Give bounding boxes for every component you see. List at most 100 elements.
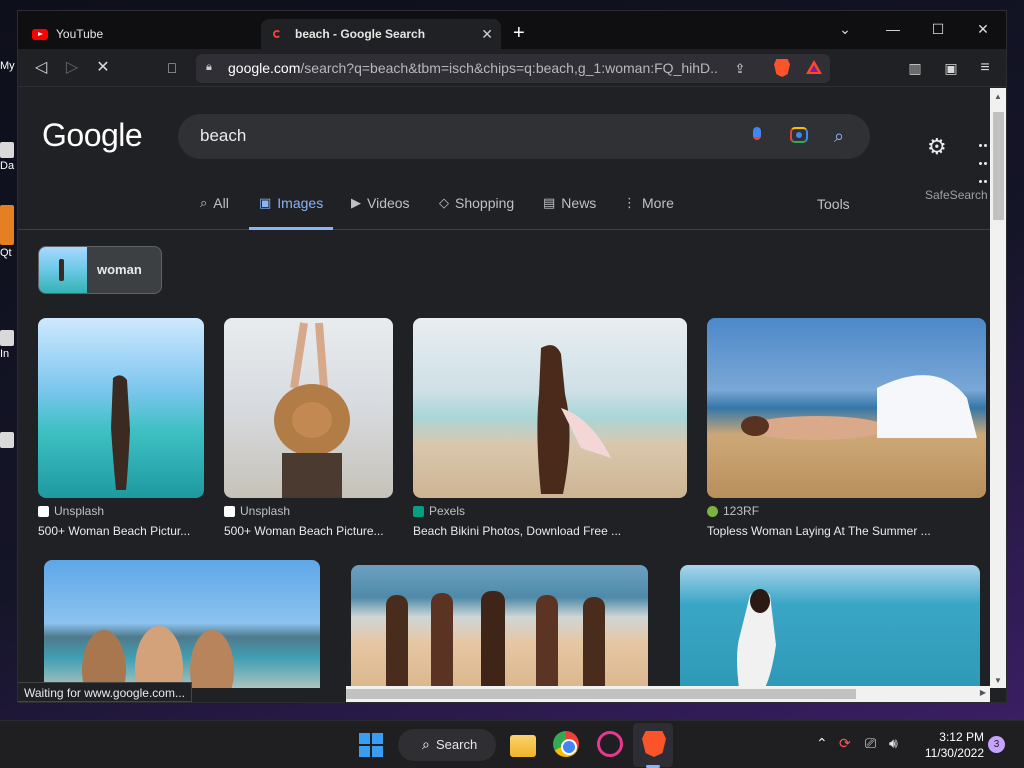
windows-start-icon[interactable] xyxy=(359,733,383,757)
tab-title: beach - Google Search xyxy=(295,27,426,41)
url-text[interactable]: google.com/search?q=beach&tbm=isch&chips… xyxy=(228,60,718,76)
network-icon[interactable]: ⎚ xyxy=(865,735,876,752)
image-result[interactable]: Unsplash 500+ Woman Beach Picture... xyxy=(224,318,396,540)
tab-videos[interactable]: ▶ Videos xyxy=(351,195,410,230)
result-image[interactable] xyxy=(351,565,648,688)
desktop-file-icon xyxy=(0,330,14,346)
bookmark-icon[interactable]: ⎕ xyxy=(161,57,183,79)
horizontal-scrollbar[interactable]: ▶ xyxy=(346,686,990,702)
menu-icon[interactable]: ≡ xyxy=(974,57,996,79)
desktop-icon[interactable]: Qt xyxy=(0,205,18,259)
close-window-button[interactable]: ✕ xyxy=(968,17,998,41)
brave-rewards-icon[interactable] xyxy=(806,60,822,74)
address-bar[interactable]: 🔒︎ google.com/search?q=beach&tbm=isch&ch… xyxy=(196,54,830,83)
new-tab-button[interactable]: + xyxy=(513,23,525,43)
search-icon: ⌕ xyxy=(200,195,208,210)
desktop-icon-label: In xyxy=(0,348,10,360)
vertical-scrollbar[interactable]: ▲ ▼ xyxy=(990,88,1006,688)
search-icon[interactable]: ⌕ xyxy=(828,125,850,147)
scroll-thumb[interactable] xyxy=(993,112,1004,220)
browser-window: YouTube beach - Google Search ✕ + ⌄ — ☐ … xyxy=(17,10,1007,703)
image-result[interactable] xyxy=(680,565,980,688)
scroll-right-icon[interactable]: ▶ xyxy=(980,688,986,697)
result-image[interactable] xyxy=(38,318,204,498)
search-query[interactable]: beach xyxy=(200,126,246,146)
wallet-icon[interactable]: ▣ xyxy=(940,57,962,79)
scroll-thumb[interactable] xyxy=(346,689,856,699)
system-clock[interactable]: 3:12 PM 11/30/2022 xyxy=(918,729,984,761)
tab-shopping[interactable]: ◇ Shopping xyxy=(439,195,514,230)
brave-shields-icon[interactable] xyxy=(774,59,790,77)
desktop-icon[interactable]: My xyxy=(0,60,18,72)
desktop-file-icon xyxy=(0,432,14,448)
search-input[interactable]: beach ⌕ xyxy=(178,114,870,159)
result-image[interactable] xyxy=(224,318,393,498)
google-logo[interactable]: Google xyxy=(42,117,143,154)
result-image[interactable] xyxy=(44,560,320,688)
result-title[interactable]: 500+ Woman Beach Pictur... xyxy=(38,524,190,538)
notification-badge[interactable]: 3 xyxy=(988,736,1005,753)
voice-search-icon[interactable] xyxy=(746,125,768,147)
file-explorer-icon[interactable] xyxy=(510,735,536,757)
123rf-icon xyxy=(707,505,718,517)
tab-images[interactable]: ▣ Images xyxy=(249,195,334,230)
desktop-icon[interactable]: In xyxy=(0,330,18,360)
stop-loading-button[interactable]: ✕ xyxy=(92,57,114,79)
image-result[interactable]: Unsplash 500+ Woman Beach Pictur... xyxy=(38,318,206,540)
result-source[interactable]: Unsplash xyxy=(224,504,290,518)
taskbar-search[interactable]: ⌕ Search xyxy=(398,729,496,761)
show-hidden-icons-chevron-icon[interactable]: ⌃ xyxy=(816,735,828,752)
apps-grid-icon[interactable] xyxy=(978,135,990,189)
tools-button[interactable]: Tools xyxy=(817,196,850,212)
close-tab-icon[interactable]: ✕ xyxy=(481,26,493,43)
youtube-icon xyxy=(32,28,48,40)
sync-alert-icon[interactable]: ⟳ xyxy=(839,735,851,752)
unsplash-icon xyxy=(38,505,49,517)
tab-label: More xyxy=(642,195,674,211)
tab-youtube[interactable]: YouTube xyxy=(28,19,258,49)
result-image[interactable] xyxy=(707,318,986,498)
image-result[interactable]: Pexels Beach Bikini Photos, Download Fre… xyxy=(413,318,689,540)
tab-more[interactable]: ⋮ More xyxy=(623,195,674,230)
filter-chip-woman[interactable]: woman xyxy=(38,246,162,294)
desktop-icon[interactable]: Da xyxy=(0,142,18,172)
tab-news[interactable]: ▤ News xyxy=(543,195,596,230)
forward-button[interactable]: ▷ xyxy=(61,57,83,79)
back-button[interactable]: ◁ xyxy=(30,57,52,79)
search-tabs: ⌕ All ▣ Images ▶ Videos ◇ Shopping ▤ News ⋮ Mo… xyxy=(18,184,990,230)
safesearch-button[interactable]: SafeSearch xyxy=(925,188,988,202)
unsplash-icon xyxy=(224,505,235,517)
result-source[interactable]: Pexels xyxy=(413,504,465,518)
chrome-icon[interactable] xyxy=(553,731,579,757)
app-ring-icon[interactable] xyxy=(597,731,623,757)
result-source[interactable]: Unsplash xyxy=(38,504,104,518)
minimize-button[interactable]: — xyxy=(878,17,908,41)
scroll-down-icon[interactable]: ▼ xyxy=(994,676,1002,685)
result-title[interactable]: 500+ Woman Beach Picture... xyxy=(224,524,384,538)
tab-google-search[interactable]: beach - Google Search ✕ xyxy=(261,19,501,49)
image-result[interactable] xyxy=(351,565,648,688)
tab-all[interactable]: ⌕ All xyxy=(200,195,229,230)
taskbar-search-label: Search xyxy=(436,737,478,752)
result-title[interactable]: Topless Woman Laying At The Summer ... xyxy=(707,524,931,538)
share-icon[interactable]: ⇪ xyxy=(730,59,750,79)
result-image[interactable] xyxy=(680,565,980,688)
desktop-icon-label: Qt xyxy=(0,247,12,259)
result-image[interactable] xyxy=(413,318,687,498)
loading-spinner-icon xyxy=(273,30,281,38)
result-title[interactable]: Beach Bikini Photos, Download Free ... xyxy=(413,524,621,538)
volume-icon[interactable]: 🔊︎ xyxy=(889,735,898,752)
sidebar-icon[interactable]: ▥ xyxy=(904,57,926,79)
tab-label: All xyxy=(213,195,229,211)
tab-search-chevron-icon[interactable]: ⌄ xyxy=(830,17,860,41)
desktop-icon[interactable] xyxy=(0,432,18,450)
scroll-up-icon[interactable]: ▲ xyxy=(994,92,1002,101)
maximize-button[interactable]: ☐ xyxy=(923,17,953,41)
settings-gear-icon[interactable]: ⚙ xyxy=(927,134,947,160)
tab-label: News xyxy=(561,195,597,211)
result-source[interactable]: 123RF xyxy=(707,504,759,518)
image-result[interactable]: 123RF Topless Woman Laying At The Summer… xyxy=(707,318,987,540)
image-result[interactable] xyxy=(44,560,320,688)
search-icon: ⌕ xyxy=(422,736,430,752)
lens-camera-icon[interactable] xyxy=(788,125,810,147)
